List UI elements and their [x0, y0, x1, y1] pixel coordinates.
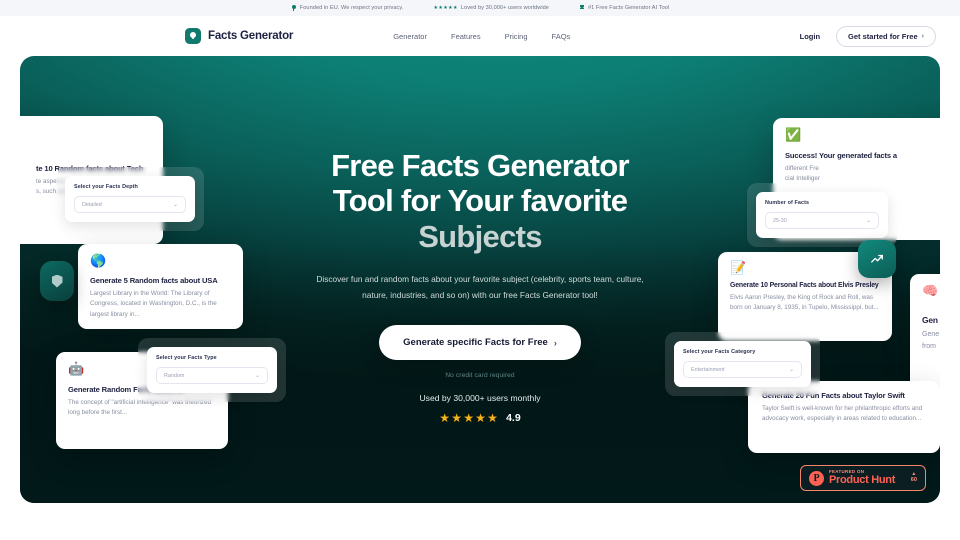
- eu-privacy-icon: [291, 5, 297, 11]
- product-hunt-badge[interactable]: P FEATURED ON Product Hunt ▲ 60: [800, 465, 926, 491]
- rating-value: 4.9: [506, 412, 521, 425]
- generate-facts-label: Generate specific Facts for Free: [403, 337, 548, 349]
- used-by-text: Used by 30,000+ users monthly: [419, 393, 541, 404]
- product-hunt-text: FEATURED ON Product Hunt: [829, 468, 896, 487]
- hero-section: te 10 Random facts about Tech te aspects…: [20, 56, 940, 503]
- trophy-icon: [579, 5, 585, 11]
- product-hunt-count: 60: [910, 477, 917, 484]
- nav-link-features[interactable]: Features: [451, 32, 481, 41]
- announcement-loved-text: Loved by 30,000+ users worldwide: [460, 5, 549, 11]
- chevron-right-icon: ›: [921, 32, 924, 40]
- generate-facts-button[interactable]: Generate specific Facts for Free ›: [379, 325, 581, 361]
- nav-link-faqs[interactable]: FAQs: [552, 32, 571, 41]
- headline-line-2: Tool for Your favorite: [332, 183, 628, 219]
- hero-content: Free Facts Generator Tool for Your favor…: [20, 148, 940, 425]
- announcement-bar: Founded in EU. We respect your privacy. …: [0, 0, 960, 16]
- product-hunt-icon: P: [809, 470, 824, 486]
- hero-subheadline: Discover fun and random facts about your…: [316, 273, 644, 301]
- nav-links: Generator Features Pricing FAQs: [393, 32, 570, 41]
- hero-section-wrapper: te 10 Random facts about Tech te aspects…: [0, 56, 960, 540]
- stars-icon: ★★★★★: [433, 5, 458, 11]
- announcement-item-rank: #1 Free Facts Generator AI Tool: [579, 5, 669, 11]
- product-hunt-upvotes: ▲ 60: [911, 472, 917, 484]
- login-button[interactable]: Login: [800, 32, 820, 41]
- chevron-right-icon: ›: [553, 337, 557, 348]
- brand-name: Facts Generator: [208, 30, 294, 42]
- rating-stars-icon: ★★★★★: [439, 411, 500, 426]
- nav-link-generator[interactable]: Generator: [393, 32, 427, 41]
- get-started-label: Get started for Free: [848, 31, 918, 41]
- lightbulb-icon: [185, 28, 201, 44]
- main-navbar: Facts Generator Generator Features Prici…: [0, 16, 960, 56]
- announcement-item-loved: ★★★★★ Loved by 30,000+ users worldwide: [433, 5, 549, 11]
- announcement-privacy-text: Founded in EU. We respect your privacy.: [299, 5, 404, 11]
- nav-link-pricing[interactable]: Pricing: [505, 32, 528, 41]
- headline-line-1: Free Facts Generator: [331, 148, 630, 183]
- get-started-button[interactable]: Get started for Free ›: [836, 25, 936, 47]
- no-credit-card-note: No credit card required: [445, 372, 515, 380]
- announcement-rank-text: #1 Free Facts Generator AI Tool: [587, 5, 670, 11]
- page-title: Free Facts Generator Tool for Your favor…: [20, 148, 940, 254]
- rating-row: ★★★★★ 4.9: [20, 411, 940, 425]
- brand-logo-link[interactable]: Facts Generator: [185, 28, 293, 44]
- headline-line-3: Subjects: [418, 218, 542, 254]
- check-mark-icon: ✅: [785, 127, 802, 142]
- nav-actions: Login Get started for Free ›: [800, 25, 936, 47]
- product-hunt-name: Product Hunt: [829, 474, 896, 487]
- announcement-item-privacy: Founded in EU. We respect your privacy.: [291, 5, 404, 11]
- product-hunt-featured-label: FEATURED ON: [829, 468, 865, 474]
